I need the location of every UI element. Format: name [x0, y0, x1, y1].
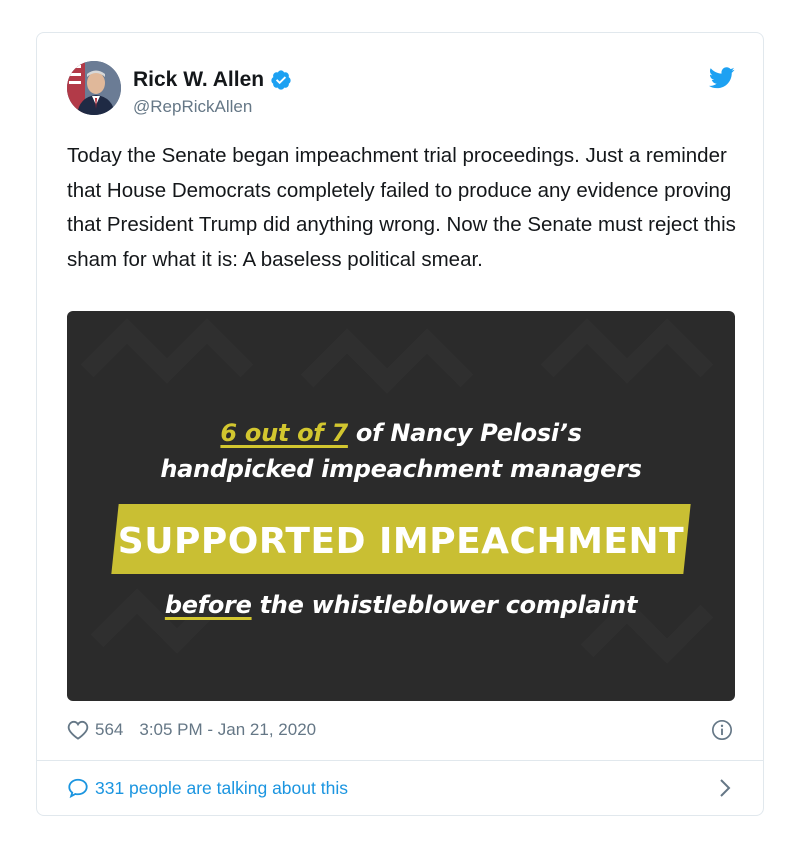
avatar-portrait — [67, 61, 121, 115]
heart-icon[interactable] — [67, 720, 89, 740]
media-line-3-rest: the whistleblower complaint — [251, 591, 638, 619]
conversation-count-text[interactable]: 331 people are talking about this — [95, 778, 348, 799]
chevron-right-icon[interactable] — [717, 777, 733, 799]
media-line-1-rest: of Nancy Pelosi’s — [347, 419, 582, 447]
twitter-bird-icon[interactable] — [709, 67, 735, 89]
author-handle[interactable]: @RepRickAllen — [133, 97, 252, 117]
tweet-timestamp[interactable]: 3:05 PM - Jan 21, 2020 — [139, 720, 316, 740]
media-banner-text: SUPPORTED IMPEACHMENT — [117, 521, 685, 562]
author-name[interactable]: Rick W. Allen — [133, 68, 264, 92]
like-count[interactable]: 564 — [95, 720, 123, 740]
tweet-meta-row: 564 3:05 PM - Jan 21, 2020 — [67, 717, 316, 743]
comment-bubble-icon — [68, 778, 88, 799]
tweet-media-image[interactable]: 6 out of 7 of Nancy Pelosi’s handpicked … — [67, 311, 735, 701]
author-name-row: Rick W. Allen — [133, 66, 292, 94]
media-highlight-before: before — [164, 591, 252, 619]
media-line-3: before the whistleblower complaint — [67, 591, 735, 619]
info-icon[interactable] — [711, 719, 733, 741]
tweet-text: Today the Senate began impeachment trial… — [67, 144, 736, 271]
conversation-link[interactable]: 331 people are talking about this — [67, 775, 348, 801]
tweet-card: Rick W. Allen @RepRickAllen Today the Se… — [36, 32, 764, 816]
media-line-1: 6 out of 7 of Nancy Pelosi’s — [67, 419, 735, 447]
media-highlight-count: 6 out of 7 — [220, 419, 348, 447]
avatar[interactable] — [67, 61, 121, 115]
media-line-2: handpicked impeachment managers — [160, 455, 642, 483]
footer-divider — [37, 760, 763, 761]
verified-badge-icon — [271, 70, 291, 90]
